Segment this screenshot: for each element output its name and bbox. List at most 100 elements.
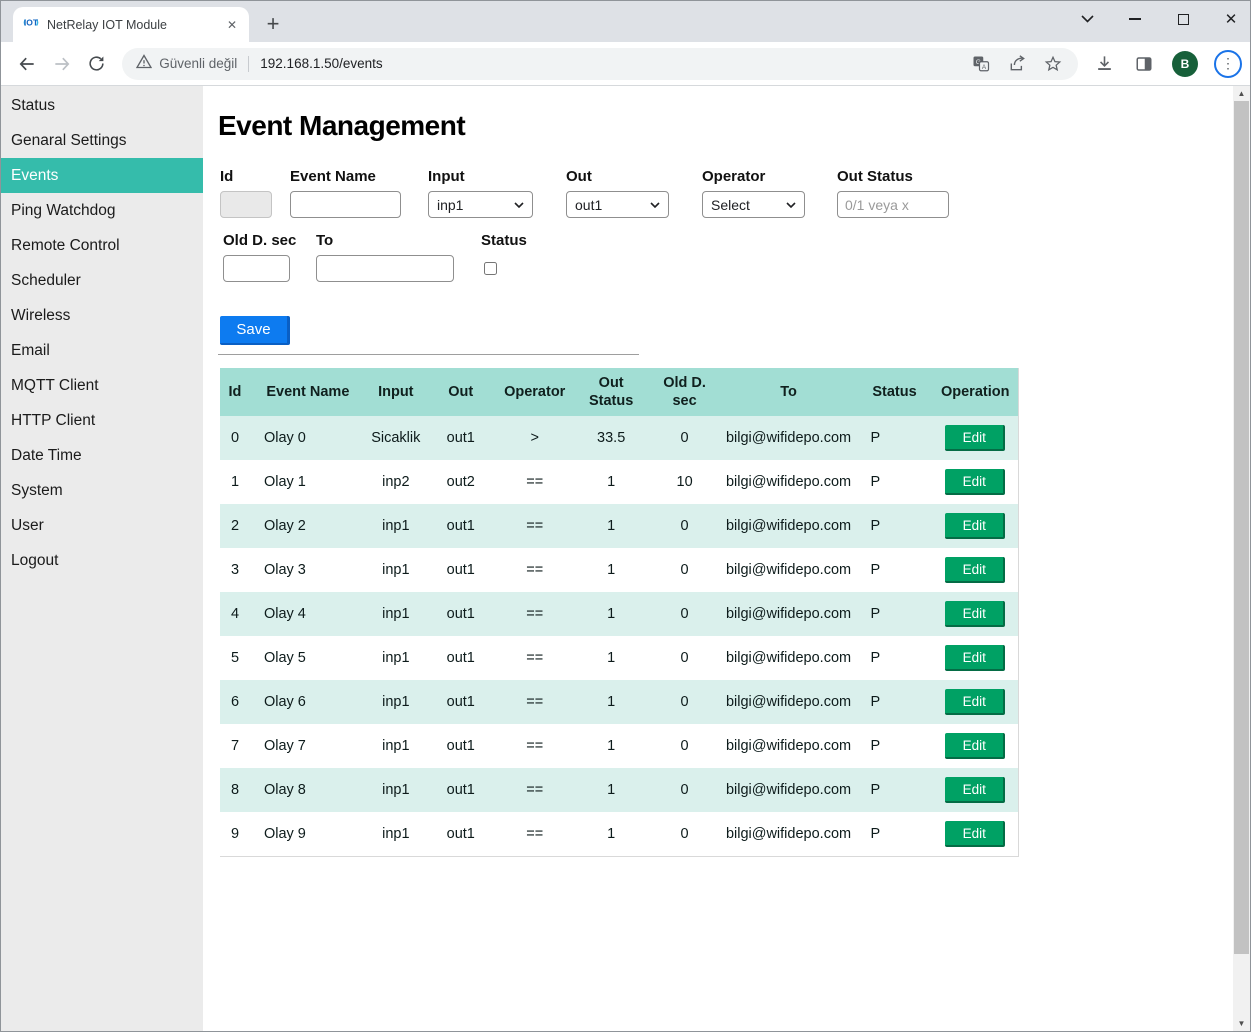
- scrollbar-up-icon[interactable]: ▲: [1233, 86, 1250, 101]
- cell-out: out1: [426, 416, 496, 460]
- page-scrollbar[interactable]: ▲ ▼: [1233, 86, 1250, 1031]
- edit-button[interactable]: Edit: [945, 513, 1005, 539]
- download-icon[interactable]: [1092, 52, 1116, 76]
- operator-select[interactable]: Select: [702, 191, 805, 218]
- old-d-sec-field[interactable]: [223, 255, 290, 282]
- save-button[interactable]: Save: [220, 316, 290, 345]
- sidebar-item-status[interactable]: Status: [1, 88, 203, 123]
- main-content: Event Management Id Event Name Input inp…: [203, 86, 1250, 1031]
- scrollbar-down-icon[interactable]: ▼: [1233, 1016, 1250, 1031]
- to-field[interactable]: [316, 255, 454, 282]
- edit-button[interactable]: Edit: [945, 733, 1005, 759]
- edit-button[interactable]: Edit: [945, 601, 1005, 627]
- edit-button[interactable]: Edit: [945, 557, 1005, 583]
- edit-button[interactable]: Edit: [945, 777, 1005, 803]
- url-text[interactable]: 192.168.1.50/events: [260, 56, 382, 71]
- cell-event-name: Olay 8: [250, 768, 366, 812]
- tab-close-icon[interactable]: ✕: [223, 16, 241, 34]
- sidebar: StatusGenaral SettingsEventsPing Watchdo…: [1, 86, 203, 1031]
- cell-out: out1: [426, 548, 496, 592]
- cell-event-name: Olay 1: [250, 460, 366, 504]
- cell-operator: ==: [496, 768, 574, 812]
- back-icon[interactable]: [14, 51, 39, 77]
- chevron-down-icon: [650, 202, 660, 208]
- cell-input: Sicaklik: [366, 416, 426, 460]
- sidebar-item-wireless[interactable]: Wireless: [1, 298, 203, 333]
- browser-menu-icon[interactable]: ⋮: [1214, 50, 1242, 78]
- sidebar-item-scheduler[interactable]: Scheduler: [1, 263, 203, 298]
- sidebar-item-user[interactable]: User: [1, 508, 203, 543]
- cell-old-d-sec: 10: [649, 460, 721, 504]
- sidebar-item-email[interactable]: Email: [1, 333, 203, 368]
- table-row: 2Olay 2inp1out1==10bilgi@wifidepo.comPEd…: [220, 504, 1019, 548]
- id-field[interactable]: [220, 191, 272, 218]
- reload-icon[interactable]: [84, 51, 109, 77]
- scrollbar-thumb[interactable]: [1234, 101, 1249, 954]
- edit-button[interactable]: Edit: [945, 645, 1005, 671]
- tab-strip: IOT NetRelay IOT Module ✕ + ✕: [1, 1, 1250, 42]
- bookmark-star-icon[interactable]: [1042, 53, 1064, 75]
- sidebar-item-system[interactable]: System: [1, 473, 203, 508]
- cell-to: bilgi@wifidepo.com: [721, 724, 857, 768]
- status-label: Status: [481, 232, 527, 249]
- cell-out-status: 1: [574, 592, 649, 636]
- page-area: StatusGenaral SettingsEventsPing Watchdo…: [1, 86, 1250, 1031]
- forward-icon[interactable]: [49, 51, 74, 77]
- cell-id: 4: [220, 592, 250, 636]
- sidebar-item-genaral-settings[interactable]: Genaral Settings: [1, 123, 203, 158]
- sidebar-item-ping-watchdog[interactable]: Ping Watchdog: [1, 193, 203, 228]
- share-icon[interactable]: [1006, 53, 1028, 75]
- tab-search-chevron-icon[interactable]: [1078, 10, 1096, 28]
- minimize-button[interactable]: [1126, 10, 1144, 28]
- address-bar[interactable]: Güvenli değil 192.168.1.50/events G A: [122, 48, 1078, 80]
- cell-event-name: Olay 4: [250, 592, 366, 636]
- cell-status: P: [857, 416, 933, 460]
- cell-old-d-sec: 0: [649, 504, 721, 548]
- browser-tab[interactable]: IOT NetRelay IOT Module ✕: [13, 7, 249, 42]
- events-table: IdEvent NameInputOutOperatorOut StatusOl…: [220, 368, 1019, 857]
- status-checkbox[interactable]: [484, 262, 497, 275]
- out-label: Out: [566, 168, 669, 185]
- edit-button[interactable]: Edit: [945, 425, 1005, 451]
- edit-button[interactable]: Edit: [945, 689, 1005, 715]
- input-select[interactable]: inp1: [428, 191, 533, 218]
- cell-to: bilgi@wifidepo.com: [721, 592, 857, 636]
- input-label: Input: [428, 168, 533, 185]
- sidebar-item-logout[interactable]: Logout: [1, 543, 203, 578]
- out-select[interactable]: out1: [566, 191, 669, 218]
- profile-avatar[interactable]: B: [1172, 51, 1198, 77]
- security-label[interactable]: Güvenli değil: [159, 56, 237, 71]
- cell-event-name: Olay 7: [250, 724, 366, 768]
- sidebar-item-date-time[interactable]: Date Time: [1, 438, 203, 473]
- new-tab-button[interactable]: +: [259, 10, 287, 38]
- column-header-id: Id: [220, 368, 250, 416]
- cell-out: out1: [426, 812, 496, 856]
- sidebar-item-remote-control[interactable]: Remote Control: [1, 228, 203, 263]
- edit-button[interactable]: Edit: [945, 469, 1005, 495]
- translate-icon[interactable]: G A: [970, 53, 992, 75]
- cell-status: P: [857, 768, 933, 812]
- side-panel-icon[interactable]: [1132, 52, 1156, 76]
- sidebar-item-http-client[interactable]: HTTP Client: [1, 403, 203, 438]
- sidebar-item-events[interactable]: Events: [1, 158, 203, 193]
- cell-out-status: 1: [574, 504, 649, 548]
- cell-out-status: 1: [574, 636, 649, 680]
- out-status-field[interactable]: [837, 191, 949, 218]
- edit-button[interactable]: Edit: [945, 821, 1005, 847]
- sidebar-item-mqtt-client[interactable]: MQTT Client: [1, 368, 203, 403]
- table-row: 1Olay 1inp2out2==110bilgi@wifidepo.comPE…: [220, 460, 1019, 504]
- table-row: 5Olay 5inp1out1==10bilgi@wifidepo.comPEd…: [220, 636, 1019, 680]
- event-name-field[interactable]: [290, 191, 401, 218]
- cell-id: 6: [220, 680, 250, 724]
- table-row: 0Olay 0Sicaklikout1>33.50bilgi@wifidepo.…: [220, 416, 1019, 460]
- cell-status: P: [857, 812, 933, 856]
- cell-id: 5: [220, 636, 250, 680]
- table-row: 4Olay 4inp1out1==10bilgi@wifidepo.comPEd…: [220, 592, 1019, 636]
- chevron-down-icon: [514, 202, 524, 208]
- event-form-row-2: Old D. sec To Status: [218, 232, 1250, 282]
- maximize-button[interactable]: [1174, 10, 1192, 28]
- cell-to: bilgi@wifidepo.com: [721, 460, 857, 504]
- cell-id: 7: [220, 724, 250, 768]
- close-window-button[interactable]: ✕: [1222, 10, 1240, 28]
- cell-event-name: Olay 9: [250, 812, 366, 856]
